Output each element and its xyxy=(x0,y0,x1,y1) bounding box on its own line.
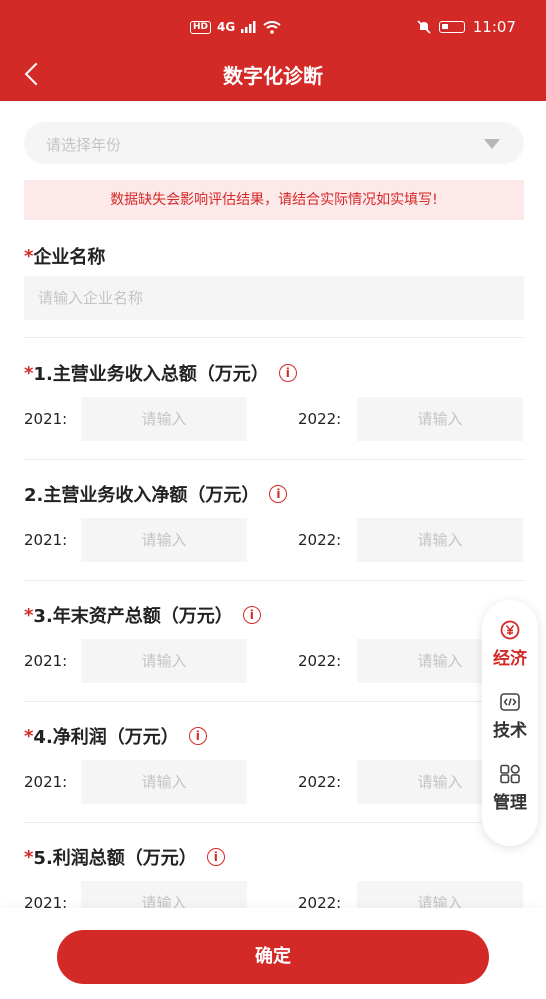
field-4-label: * 4.净利润（万元） i xyxy=(24,723,207,749)
field-1-label: * 1.主营业务收入总额（万元） i xyxy=(24,360,297,386)
wifi-icon xyxy=(263,20,281,34)
year-label-2022: 2022: xyxy=(298,652,342,670)
category-technology-label: 技术 xyxy=(493,721,527,741)
status-signal: HD 4G xyxy=(190,20,281,34)
category-management-label: 管理 xyxy=(493,793,527,813)
required-mark: * xyxy=(24,846,34,868)
battery-icon xyxy=(438,21,465,33)
info-icon[interactable]: i xyxy=(188,727,207,745)
field-1-2022-input[interactable]: 请输入 xyxy=(357,397,523,441)
field-2-label-text: 2.主营业务收入净额（万元） xyxy=(24,485,260,506)
field-4-2021-input[interactable]: 请输入 xyxy=(81,760,247,804)
notice-banner: 数据缺失会影响评估结果，请结合实际情况如实填写! xyxy=(24,180,524,220)
network-label: 4G xyxy=(217,20,236,34)
divider xyxy=(24,701,524,702)
divider xyxy=(24,337,524,338)
company-name-input[interactable]: 请输入企业名称 xyxy=(24,276,524,320)
status-right: 11:07 xyxy=(417,18,516,36)
year-label-2021: 2021: xyxy=(24,773,68,791)
caret-down-icon xyxy=(484,139,500,149)
field-5-label: * 5.利润总额（万元） i xyxy=(24,844,225,870)
clock: 11:07 xyxy=(472,18,516,36)
required-mark: * xyxy=(24,604,34,626)
year-label-2022: 2022: xyxy=(298,773,342,791)
page-title: 数字化诊断 xyxy=(223,64,323,88)
field-3-label-text: 3.年末资产总额（万元） xyxy=(33,606,233,627)
field-5-label-text: 5.利润总额（万元） xyxy=(33,848,197,869)
category-economy-label: 经济 xyxy=(493,649,527,669)
required-mark: * xyxy=(24,362,34,384)
yuan-icon xyxy=(500,620,520,640)
year-label-2022: 2022: xyxy=(298,410,342,428)
company-label-text: 企业名称 xyxy=(33,247,106,268)
required-mark: * xyxy=(24,725,34,747)
mute-bell-icon xyxy=(417,20,431,34)
grid-icon xyxy=(500,764,520,784)
category-technology[interactable]: 技术 xyxy=(482,692,538,741)
field-3-2021-input[interactable]: 请输入 xyxy=(81,639,247,683)
info-icon[interactable]: i xyxy=(206,848,225,866)
field-2-2021-input[interactable]: 请输入 xyxy=(81,518,247,562)
field-3-label: * 3.年末资产总额（万元） i xyxy=(24,602,261,628)
year-label-2022: 2022: xyxy=(298,531,342,549)
field-4-label-text: 4.净利润（万元） xyxy=(33,727,179,748)
code-icon xyxy=(500,693,520,711)
confirm-button[interactable]: 确定 xyxy=(57,930,489,984)
app-header: HD 4G 11:07 数字化诊断 xyxy=(0,0,546,101)
divider xyxy=(24,459,524,460)
field-2-2022-input[interactable]: 请输入 xyxy=(357,518,523,562)
status-bar: HD 4G 11:07 xyxy=(0,0,546,54)
required-mark: * xyxy=(24,245,34,267)
year-select[interactable]: 请选择年份 xyxy=(24,122,524,164)
info-icon[interactable]: i xyxy=(278,364,297,382)
year-select-placeholder: 请选择年份 xyxy=(46,136,122,154)
field-1-2021-input[interactable]: 请输入 xyxy=(81,397,247,441)
company-label: * 企业名称 xyxy=(24,243,105,269)
year-label-2021: 2021: xyxy=(24,652,68,670)
category-management[interactable]: 管理 xyxy=(482,764,538,813)
field-1-label-text: 1.主营业务收入总额（万元） xyxy=(33,364,269,385)
info-icon[interactable]: i xyxy=(269,485,288,503)
category-economy[interactable]: 经济 xyxy=(482,620,538,669)
field-2-label: 2.主营业务收入净额（万元） i xyxy=(24,481,288,507)
signal-icon xyxy=(241,21,256,33)
divider xyxy=(24,822,524,823)
year-label-2021: 2021: xyxy=(24,531,68,549)
divider xyxy=(24,580,524,581)
category-float-panel: 经济 技术 管理 xyxy=(482,600,538,846)
year-label-2021: 2021: xyxy=(24,410,68,428)
info-icon[interactable]: i xyxy=(242,606,261,624)
hd-icon: HD xyxy=(190,20,212,34)
